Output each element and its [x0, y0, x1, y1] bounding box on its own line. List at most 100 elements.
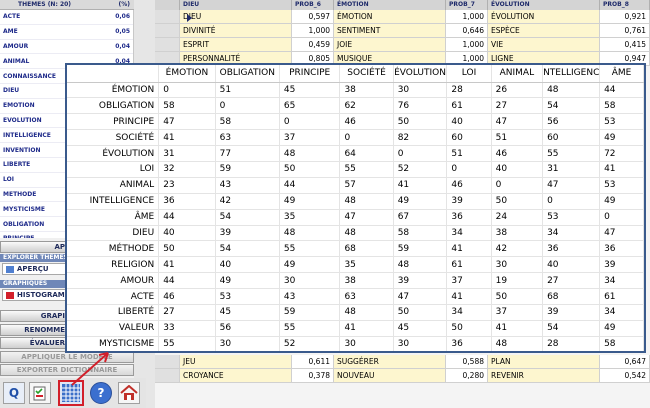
matrix-cell[interactable]: 40	[446, 113, 492, 131]
matrix-cell[interactable]: 54	[542, 320, 601, 337]
matrix-cell[interactable]: 30	[339, 336, 394, 351]
matrix-cell[interactable]: 39	[543, 352, 600, 353]
matrix-cell[interactable]: 82	[393, 129, 448, 147]
matrix-cell[interactable]: 37	[491, 352, 542, 353]
matrix-cell[interactable]: 34	[599, 272, 644, 290]
probability-cell[interactable]: 0,415	[600, 38, 650, 52]
matrix-row[interactable]: ÂME 44 54 35 47 67 36 24 53 0	[67, 209, 644, 226]
matrix-cell[interactable]: 27	[542, 272, 601, 290]
matrix-column-header[interactable]: ÉVOLUTION	[393, 65, 448, 83]
matrix-cell[interactable]: 50	[393, 304, 448, 321]
matrix-cell[interactable]: 19	[491, 272, 544, 290]
matrix-row[interactable]: INTELLIGENCE 36 42 49 48 49 39 50 0 49	[67, 193, 644, 210]
matrix-cell[interactable]: 0	[279, 113, 341, 131]
theme-list-item[interactable]: ÂME 0,05	[0, 25, 133, 40]
matrix-cell[interactable]: 47	[491, 113, 544, 131]
matrix-cell[interactable]: 42	[215, 193, 280, 210]
probability-cell[interactable]: 1,000	[446, 38, 488, 52]
matrix-row[interactable]: PRINCIPE 47 58 0 46 50 40 47 56 53	[67, 113, 644, 131]
matrix-cell[interactable]: 41	[158, 129, 216, 147]
matrix-cell[interactable]: 34	[542, 225, 601, 242]
word-cell[interactable]: NOUVEAU	[334, 369, 446, 383]
matrix-cell[interactable]: 37	[279, 129, 341, 147]
word-cell[interactable]: ÉMOTION	[334, 10, 446, 24]
matrix-cell[interactable]: 23	[158, 177, 216, 194]
matrix-cell[interactable]: 31	[158, 145, 216, 162]
grid-row[interactable]: ESPRIT 0,459 JOIE 1,000 VIE 0,415	[155, 38, 650, 52]
matrix-row[interactable]: ACTE 46 53 43 63 47 41 50 68 61	[67, 288, 644, 305]
theme-list-item[interactable]: ACTE 0,06	[0, 10, 133, 25]
matrix-cell[interactable]: 59	[279, 304, 341, 321]
matrix-cell[interactable]: 28	[542, 336, 601, 351]
probability-cell[interactable]: 0,761	[600, 24, 650, 38]
matrix-cell[interactable]: 35	[339, 256, 394, 274]
matrix-cell[interactable]: 53	[599, 177, 644, 194]
matrix-cell[interactable]: 56	[542, 113, 601, 131]
matrix-cell[interactable]: 53	[393, 352, 447, 353]
matrix-cell[interactable]: 41	[446, 240, 492, 258]
matrix-cell[interactable]: 44	[599, 82, 644, 99]
matrix-column-header[interactable]: NTELLIGENCI	[542, 65, 601, 83]
matrix-cell[interactable]: 36	[542, 240, 601, 258]
matrix-cell[interactable]: 64	[339, 145, 394, 162]
matrix-cell[interactable]: 60	[446, 129, 492, 147]
matrix-cell[interactable]: 58	[599, 336, 644, 351]
word-cell[interactable]: CROYANCE	[180, 369, 292, 383]
matrix-cell[interactable]: 43	[279, 288, 341, 305]
matrix-cell[interactable]: 58	[215, 113, 280, 131]
matrix-column-header[interactable]: OBLIGATION	[215, 65, 280, 83]
probability-cell[interactable]: 0,611	[292, 355, 334, 369]
matrix-cell[interactable]: 58	[599, 97, 644, 115]
probability-cell[interactable]: 1,000	[292, 24, 334, 38]
matrix-cell[interactable]: 55	[542, 145, 601, 162]
probability-cell[interactable]: 0,588	[446, 355, 488, 369]
grid-header-prob7[interactable]: PROB_7	[446, 0, 488, 10]
matrix-row[interactable]: SOCIÉTÉ 41 63 37 0 82 60 51 60 49	[67, 129, 644, 147]
rename-button[interactable]: RENOMME	[0, 324, 70, 336]
matrix-cell[interactable]: 0	[393, 145, 448, 162]
matrix-cell[interactable]: 53	[542, 209, 601, 226]
matrix-cell[interactable]: 58	[158, 97, 216, 115]
matrix-cell[interactable]: 38	[339, 272, 394, 290]
matrix-cell[interactable]: 46	[446, 177, 492, 194]
matrix-cell[interactable]: 54	[542, 97, 601, 115]
matrix-cell[interactable]: 48	[491, 336, 544, 351]
word-cell[interactable]: ESPÈCE	[488, 24, 600, 38]
home-button[interactable]	[118, 382, 140, 404]
matrix-row[interactable]: LIBERTÉ 27 45 59 48 50 34 37 39 34	[67, 304, 644, 321]
matrix-cell[interactable]: 51	[215, 82, 280, 99]
matrix-cell[interactable]: 41	[446, 288, 492, 305]
matrix-cell[interactable]: 48	[339, 304, 394, 321]
matrix-column-header[interactable]: SOCIÉTÉ	[339, 65, 394, 83]
matrix-cell[interactable]: 0	[491, 177, 544, 194]
matrix-cell[interactable]: 45	[215, 304, 280, 321]
matrix-cell[interactable]: 54	[215, 209, 280, 226]
matrix-cell[interactable]: 61	[446, 97, 492, 115]
matrix-cell[interactable]: 30	[279, 272, 341, 290]
matrix-cell[interactable]: 27	[158, 304, 216, 321]
ap-button[interactable]: AP	[0, 241, 70, 253]
matrix-cell[interactable]: 24	[491, 209, 544, 226]
probability-cell[interactable]: 0,542	[600, 369, 650, 383]
matrix-cell[interactable]: 30	[393, 82, 448, 99]
matrix-cell[interactable]: 41	[158, 256, 216, 274]
matrix-cell[interactable]: 40	[600, 352, 644, 353]
matrix-cell[interactable]: 57	[447, 352, 491, 353]
matrix-row[interactable]: VALEUR 33 56 55 41 45 50 41 54 49	[67, 320, 644, 337]
matrix-cell[interactable]: 39	[599, 256, 644, 274]
matrix-cell[interactable]: 0	[542, 193, 601, 210]
matrix-cell[interactable]: 38	[491, 225, 544, 242]
matrix-row[interactable]: VIE494446295357373940	[67, 352, 644, 353]
matrix-cell[interactable]: 0	[339, 129, 394, 147]
matrix-cell[interactable]: 36	[446, 209, 492, 226]
matrix-cell[interactable]: 37	[446, 272, 492, 290]
matrix-cell[interactable]: 47	[158, 113, 216, 131]
word-cell[interactable]: ÉVOLUTION	[488, 10, 600, 24]
proximity-matrix-button[interactable]	[58, 380, 84, 406]
matrix-cell[interactable]: 47	[393, 288, 448, 305]
matrix-cell[interactable]: 46	[279, 352, 340, 353]
apercu-button[interactable]: APERÇU	[2, 263, 72, 275]
matrix-cell[interactable]: 40	[215, 256, 280, 274]
matrix-cell[interactable]: 31	[542, 161, 601, 178]
matrix-cell[interactable]: 53	[599, 113, 644, 131]
